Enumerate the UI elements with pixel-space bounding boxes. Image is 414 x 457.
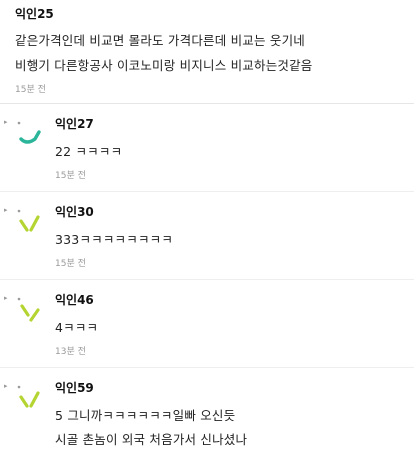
reply-indicator-icon: ▸	[4, 206, 8, 214]
comment-list: 익인25 같은가격인데 비교면 몰라도 가격다른데 비교는 웃기네 비행기 다른…	[0, 0, 414, 457]
reply-item: ▸ 익인59 5 그니까ㅋㅋㅋㅋㅋㅋ일빠 오신듯 시골 촌놈이 외국 처음가서 …	[0, 369, 414, 457]
comment-text-line: 비행기 다른항공사 이코노미랑 비지니스 비교하는것같음	[15, 58, 313, 73]
reply-timestamp: 15분 전	[55, 259, 86, 269]
reply-timestamp: 13분 전	[55, 347, 86, 357]
reply-text-line: 333ㅋㅋㅋㅋㅋㅋㅋㅋ	[55, 232, 174, 247]
lime-check-avatar-icon[interactable]	[16, 208, 44, 236]
lime-check-avatar-icon[interactable]	[16, 384, 44, 412]
comment-item: 익인25 같은가격인데 비교면 몰라도 가격다른데 비교는 웃기네 비행기 다른…	[0, 0, 414, 104]
reply-indicator-icon: ▸	[4, 294, 8, 302]
reply-author[interactable]: 익인59	[55, 379, 94, 396]
comment-text-line: 같은가격인데 비교면 몰라도 가격다른데 비교는 웃기네	[15, 33, 305, 48]
reply-item: ▸ 익인46 4ㅋㅋㅋ 13분 전	[0, 281, 414, 368]
reply-item: ▸ 익인30 333ㅋㅋㅋㅋㅋㅋㅋㅋ 15분 전	[0, 193, 414, 280]
reply-indicator-icon: ▸	[4, 118, 8, 126]
reply-timestamp: 15분 전	[55, 171, 86, 181]
lime-slash-avatar-icon[interactable]	[16, 296, 44, 324]
comment-timestamp: 15분 전	[15, 85, 46, 95]
reply-author[interactable]: 익인27	[55, 115, 94, 132]
teal-arc-avatar-icon[interactable]	[16, 120, 44, 148]
comment-author[interactable]: 익인25	[15, 5, 54, 22]
reply-text-line: 시골 촌놈이 외국 처음가서 신나셨나	[55, 432, 248, 447]
reply-text-line: 4ㅋㅋㅋ	[55, 320, 99, 335]
reply-text-line: 22 ㅋㅋㅋㅋ	[55, 144, 123, 159]
reply-indicator-icon: ▸	[4, 382, 8, 390]
reply-text-line: 5 그니까ㅋㅋㅋㅋㅋㅋ일빠 오신듯	[55, 408, 236, 423]
reply-author[interactable]: 익인30	[55, 203, 94, 220]
reply-author[interactable]: 익인46	[55, 291, 94, 308]
reply-item: ▸ 익인27 22 ㅋㅋㅋㅋ 15분 전	[0, 105, 414, 192]
